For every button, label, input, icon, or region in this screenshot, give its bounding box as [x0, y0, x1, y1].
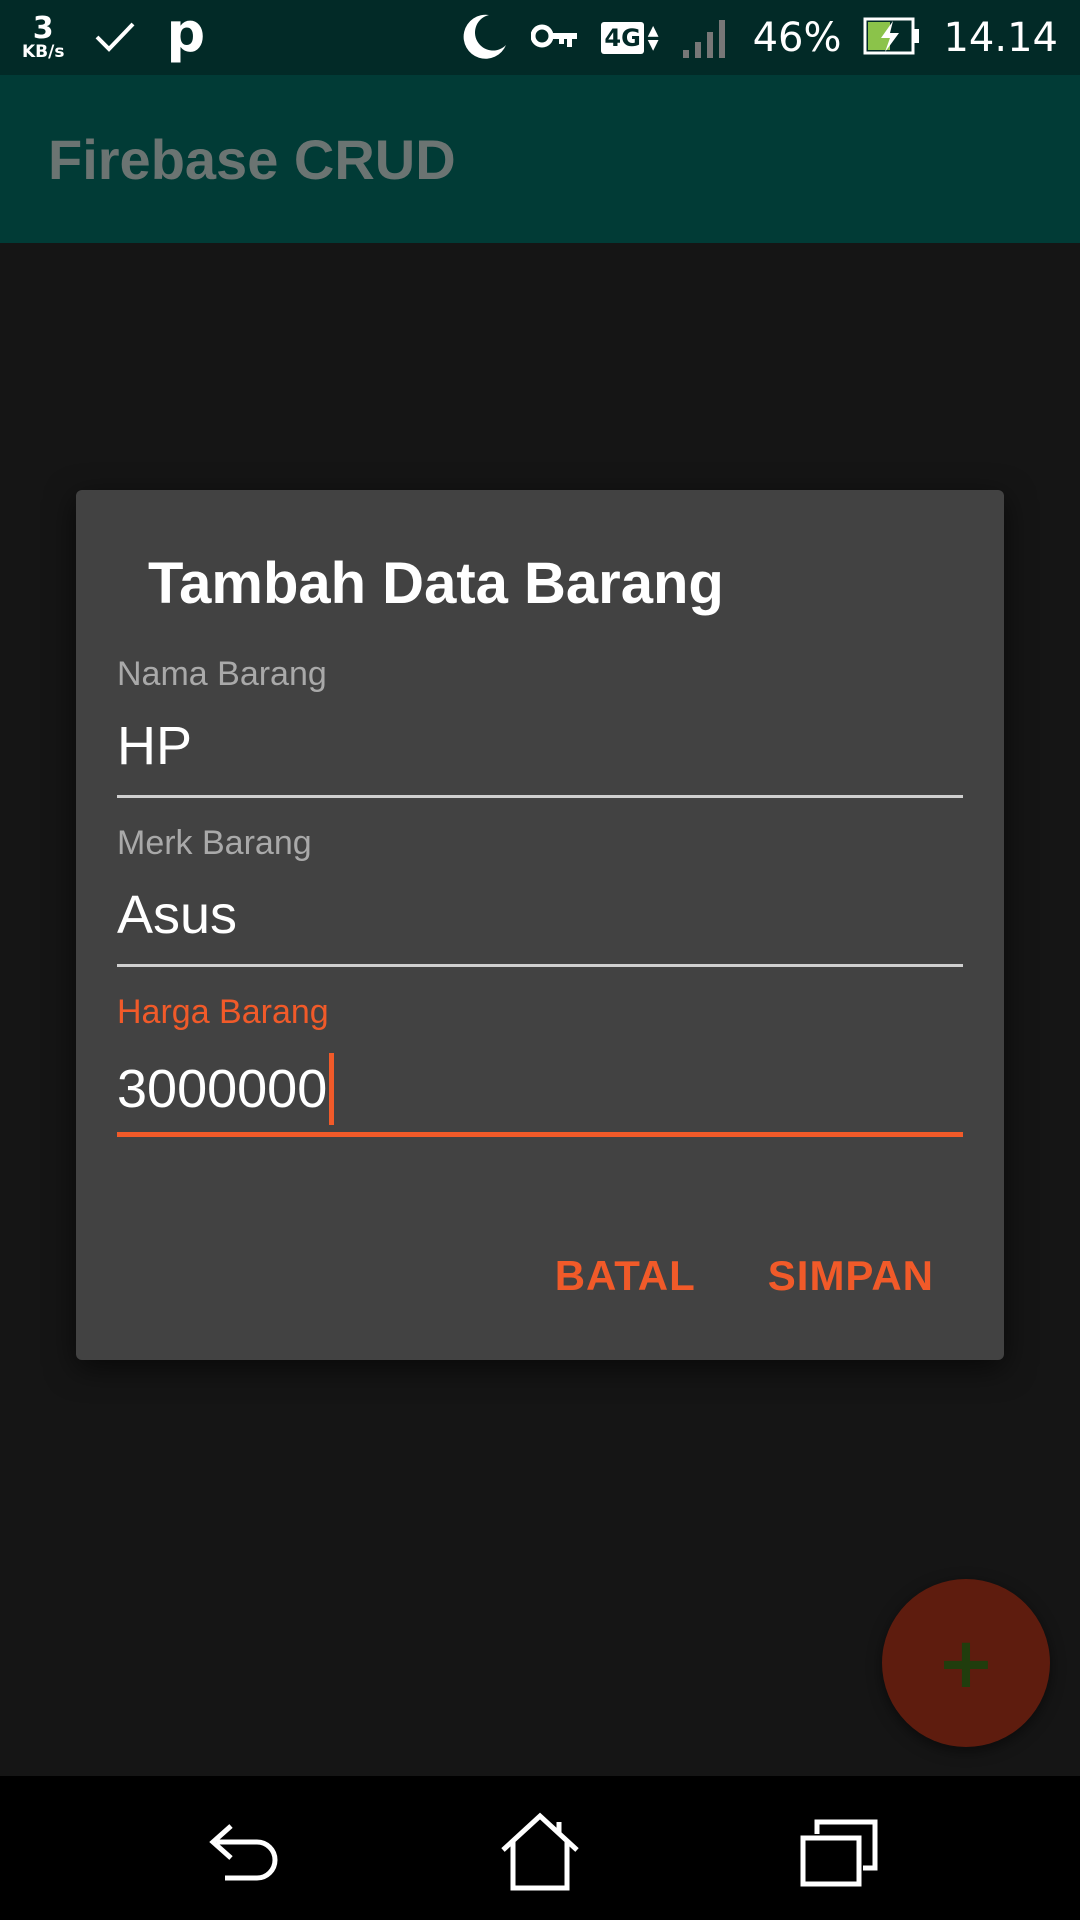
cancel-button[interactable]: BATAL	[555, 1252, 696, 1300]
app-title: Firebase CRUD	[48, 128, 456, 191]
data-arrows-icon: ▲ ▼	[647, 22, 659, 53]
moon-icon	[459, 11, 509, 65]
item-price-input-wrap[interactable]: 3000000	[117, 1053, 335, 1125]
battery-percent: 46%	[752, 14, 842, 61]
recent-apps-icon[interactable]	[795, 1812, 885, 1892]
item-brand-label: Merk Barang	[117, 824, 312, 862]
add-fab-button[interactable]: +	[882, 1579, 1050, 1747]
back-icon[interactable]	[195, 1812, 285, 1892]
plus-icon: +	[936, 1622, 996, 1704]
clock: 14.14	[943, 14, 1058, 61]
signal-strength-icon	[681, 14, 731, 62]
network-type-indicator: 4G ▲ ▼	[601, 21, 659, 54]
item-price-input[interactable]: 3000000	[117, 1058, 327, 1120]
app-bar: Firebase CRUD	[0, 75, 1080, 243]
status-right: 4G ▲ ▼ 46% 14.14	[459, 11, 1058, 65]
dialog-actions: BATAL SIMPAN	[555, 1252, 934, 1300]
status-left: 3 KB/s p	[22, 5, 205, 61]
network-speed-value: 3	[32, 11, 54, 46]
item-price-label: Harga Barang	[117, 993, 329, 1031]
network-speed: 3 KB/s	[22, 14, 64, 61]
home-icon[interactable]	[495, 1812, 585, 1892]
battery-charging-icon	[863, 16, 921, 60]
network-speed-unit: KB/s	[22, 42, 65, 62]
check-icon	[94, 19, 136, 57]
text-cursor	[329, 1053, 335, 1125]
item-name-input[interactable]: HP	[117, 715, 192, 777]
item-name-underline	[117, 795, 963, 798]
item-brand-input[interactable]: Asus	[117, 884, 237, 946]
app-notification-icon: p	[166, 0, 206, 64]
vpn-key-icon	[530, 21, 579, 55]
dialog-title: Tambah Data Barang	[148, 551, 724, 616]
item-brand-underline	[117, 964, 963, 967]
network-type-label: 4G	[601, 21, 644, 54]
save-button[interactable]: SIMPAN	[768, 1252, 934, 1300]
add-item-dialog: Tambah Data Barang Nama Barang HP Merk B…	[76, 490, 1004, 1360]
navigation-bar	[0, 1776, 1080, 1920]
status-bar: 3 KB/s p 4G ▲ ▼ 46% 14.14	[0, 0, 1080, 75]
item-price-underline	[117, 1132, 963, 1137]
item-name-label: Nama Barang	[117, 655, 327, 693]
